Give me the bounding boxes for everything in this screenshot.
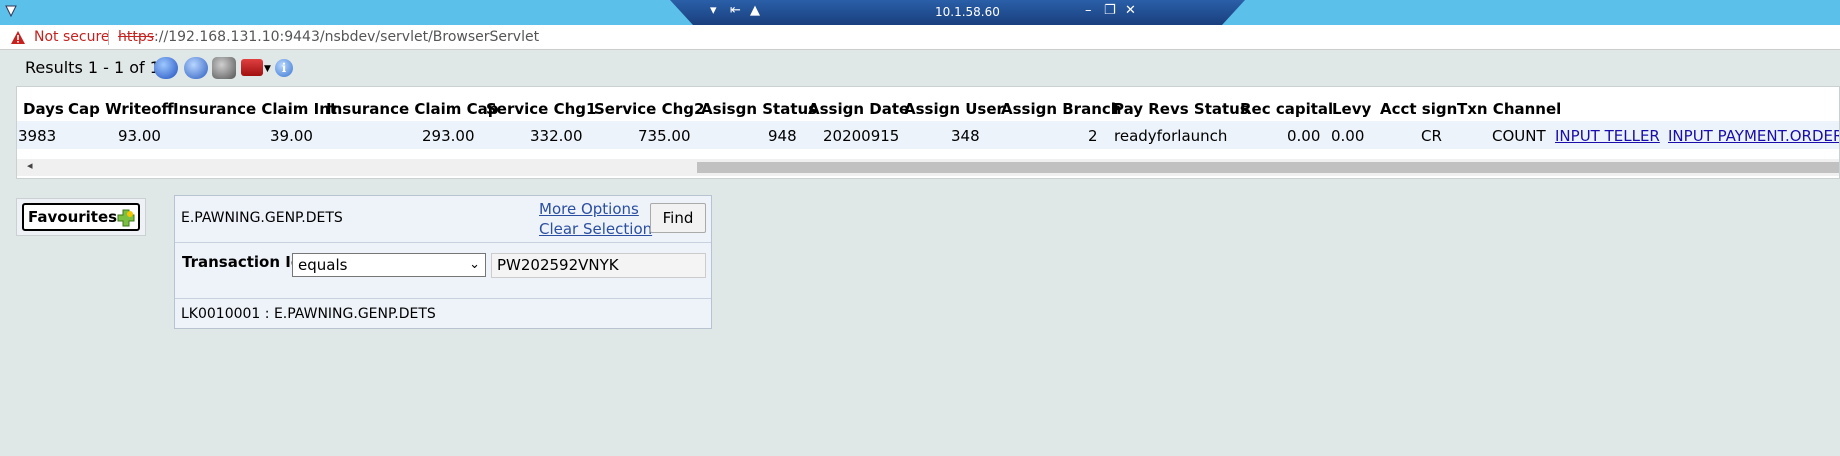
grid-cell: 293.00 [422, 127, 475, 145]
column-header[interactable]: Days [23, 100, 64, 118]
column-header[interactable]: Assign User [904, 100, 1004, 118]
favourites-panel: Favourites [16, 198, 146, 236]
refresh-icon[interactable] [154, 57, 178, 79]
favourites-button[interactable]: Favourites [22, 203, 140, 231]
url-scheme: https [118, 29, 155, 45]
horizontal-scrollbar[interactable]: ◂ [17, 159, 1839, 176]
transaction-id-label: Transaction Id [182, 253, 302, 271]
grid-cell: 348 [951, 127, 980, 145]
input-payment-order-link[interactable]: INPUT PAYMENT.ORDER [1668, 127, 1839, 145]
grid-cell: 20200915 [823, 127, 900, 145]
column-header[interactable]: Service Chg2 [594, 100, 704, 118]
url-text[interactable]: https://192.168.131.10:9443/nsbdev/servl… [118, 29, 539, 45]
column-header[interactable]: Pay Revs Status [1113, 100, 1249, 118]
transaction-id-input[interactable]: PW202592VNYK [491, 253, 706, 278]
grid-cell: COUNT [1492, 127, 1546, 145]
results-grid: Days Cap Writeoff Insurance Claim Int In… [16, 86, 1840, 179]
toolbox-icon[interactable] [241, 59, 263, 76]
column-header[interactable]: Cap Writeoff [68, 100, 174, 118]
column-header[interactable]: Insurance Claim Int [173, 100, 337, 118]
results-count: Results 1 - 1 of 1 [25, 58, 160, 77]
column-header[interactable]: Service Chg1 [486, 100, 596, 118]
grid-cell: 93.00 [118, 127, 161, 145]
grid-cell: readyforlaunch [1114, 127, 1228, 145]
remote-desktop-strip: ▾ ⇤ ▲ 10.1.58.60 – ❐ ✕ [0, 0, 1840, 25]
grid-cell: 39.00 [270, 127, 313, 145]
address-bar[interactable]: Not secure https://192.168.131.10:9443/n… [0, 25, 1840, 50]
play-icon[interactable] [212, 57, 236, 79]
search-icon[interactable] [184, 57, 208, 79]
enquiry-name: E.PAWNING.GENP.DETS [181, 210, 343, 226]
url-path: ://192.168.131.10:9443/nsbdev/servlet/Br… [154, 29, 540, 45]
address-divider [108, 30, 109, 45]
grid-cell: CR [1421, 127, 1442, 145]
more-options-link[interactable]: More Options [539, 200, 639, 218]
connection-title: 10.1.58.60 [935, 5, 1000, 19]
clear-selection-link[interactable]: Clear Selection [539, 220, 652, 238]
operator-value: equals [298, 256, 348, 274]
panel-divider [175, 298, 711, 299]
pin-icon[interactable]: ⇤ [730, 3, 741, 18]
column-header[interactable]: Txn Channel [1457, 100, 1561, 118]
enquiry-footer: LK0010001 : E.PAWNING.GENP.DETS [181, 306, 436, 322]
column-header[interactable]: Asisgn Status [701, 100, 817, 118]
close-icon[interactable]: ✕ [1125, 3, 1136, 18]
remote-logo-icon [5, 5, 17, 18]
selection-panel: E.PAWNING.GENP.DETS More Options Clear S… [174, 195, 712, 329]
panel-divider [175, 242, 711, 243]
warning-icon [11, 31, 25, 44]
toolbox-dropdown-icon[interactable]: ▼ [264, 64, 271, 74]
column-header[interactable]: Levy [1332, 100, 1371, 118]
operator-select[interactable]: equals ⌄ [292, 253, 486, 277]
grid-cell: 0.00 [1331, 127, 1365, 145]
info-icon[interactable]: i [275, 59, 293, 77]
input-teller-link[interactable]: INPUT TELLER [1555, 127, 1660, 145]
add-favourite-icon [117, 209, 135, 227]
grid-cell: 332.00 [530, 127, 583, 145]
signal-icon: ▲ [750, 3, 760, 18]
minimize-icon[interactable]: – [1085, 3, 1092, 18]
chevron-down-icon: ⌄ [469, 257, 480, 272]
column-header[interactable]: Rec capital [1240, 100, 1333, 118]
favourites-label: Favourites [28, 208, 118, 226]
not-secure-label[interactable]: Not secure [34, 29, 110, 45]
grid-cell: 735.00 [638, 127, 691, 145]
connection-menu-icon[interactable]: ▾ [710, 3, 717, 18]
scroll-left-icon[interactable]: ◂ [27, 159, 33, 172]
scrollbar-thumb[interactable] [697, 162, 1839, 173]
column-header[interactable]: Insurance Claim Cap [326, 100, 499, 118]
grid-cell: 3983 [18, 127, 57, 145]
grid-cell: 2 [1088, 127, 1098, 145]
connection-bar: ▾ ⇤ ▲ 10.1.58.60 – ❐ ✕ [670, 0, 1245, 25]
grid-cell: 0.00 [1287, 127, 1321, 145]
column-header[interactable]: Assign Date [808, 100, 909, 118]
grid-cell: 948 [768, 127, 797, 145]
restore-icon[interactable]: ❐ [1104, 3, 1116, 18]
find-button[interactable]: Find [650, 203, 706, 233]
column-header[interactable]: Assign Branch [1001, 100, 1121, 118]
column-header[interactable]: Acct sign [1380, 100, 1457, 118]
